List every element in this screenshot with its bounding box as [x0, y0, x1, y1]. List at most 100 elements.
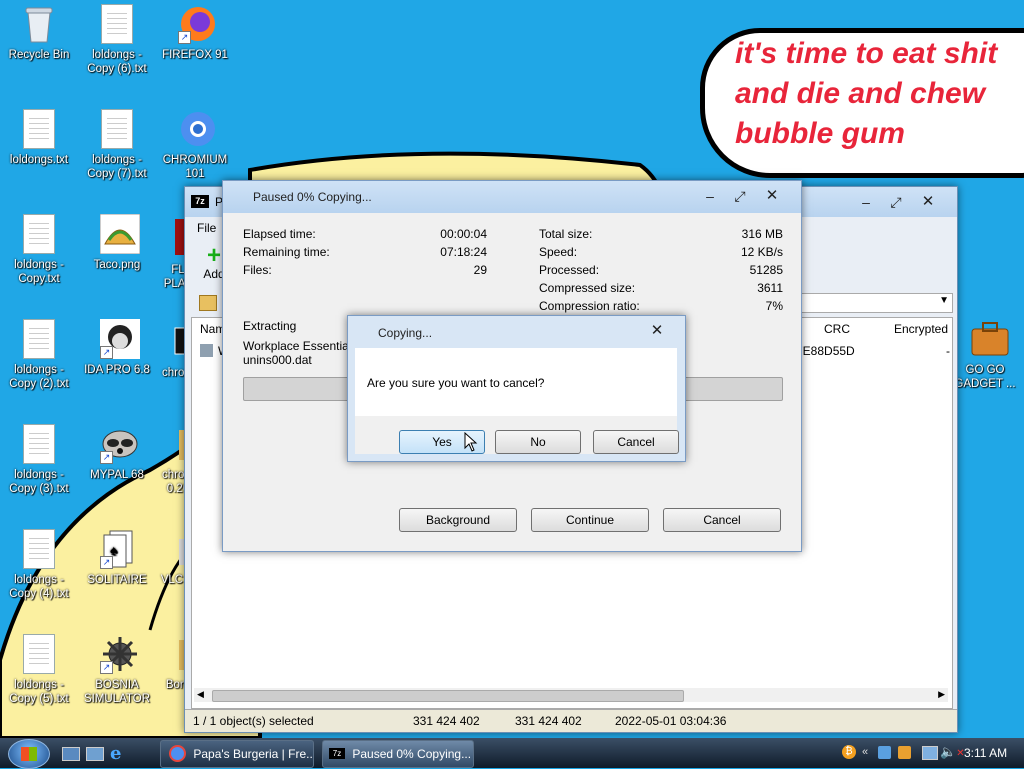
- chromium-icon: [178, 109, 215, 149]
- start-button[interactable]: [8, 739, 50, 769]
- minimize-button[interactable]: –: [855, 193, 877, 211]
- desktop-icon-label: loldongs.txt: [9, 154, 69, 166]
- close-button[interactable]: ✕: [917, 193, 939, 211]
- elapsed-label: Elapsed time:: [243, 227, 316, 241]
- desktop-icon-loldongs-copy-4[interactable]: loldongs - Copy (4).txt: [2, 525, 76, 601]
- desktop-icon-ida-pro[interactable]: ↗ IDA PRO 6.8: [80, 315, 154, 377]
- no-button[interactable]: No: [495, 430, 581, 454]
- total-size-label: Total size:: [539, 227, 593, 241]
- taskbar-item-browser[interactable]: Papa's Burgeria | Fre...: [160, 740, 314, 768]
- text-file-icon: [22, 634, 56, 674]
- speech-bubble-text: it's time to eat shit and die and chew b…: [735, 37, 998, 150]
- desktop-icon-label: CHROMIUM 101: [162, 154, 228, 180]
- text-file-icon: [22, 214, 56, 254]
- compression-ratio-value: 7%: [765, 299, 783, 313]
- desktop-icon-loldongs-copy-5[interactable]: loldongs - Copy (5).txt: [2, 630, 76, 706]
- confirm-footer: Yes No Cancel: [355, 416, 679, 454]
- desktop-icon-label: Recycle Bin: [8, 49, 70, 61]
- 7zip-logo-icon: 7z: [329, 748, 345, 760]
- tray-app-icon[interactable]: [878, 746, 891, 759]
- desktop-icon-chromium[interactable]: CHROMIUM 101: [158, 105, 232, 181]
- mouse-cursor-icon: [464, 432, 478, 452]
- speed-value: 12 KB/s: [740, 245, 783, 259]
- desktop-icon-label: loldongs - Copy (5).txt: [9, 679, 69, 705]
- bitcoin-tray-icon[interactable]: ₿: [842, 745, 856, 759]
- continue-button[interactable]: Continue: [531, 508, 649, 532]
- cards-icon: ♠ ↗: [100, 529, 134, 569]
- minimize-button[interactable]: –: [699, 187, 721, 205]
- taskbar: e Papa's Burgeria | Fre... 7z Paused 0% …: [0, 738, 1024, 769]
- cancel-button[interactable]: Cancel: [593, 430, 679, 454]
- 7zip-logo-icon: 7z: [191, 195, 209, 208]
- total-size-value: 316 MB: [741, 227, 783, 241]
- remaining-label: Remaining time:: [243, 245, 330, 259]
- desktop-icon-loldongs-copy-2[interactable]: loldongs - Copy (2).txt: [2, 315, 76, 391]
- chevron-left-icon[interactable]: «: [862, 746, 868, 758]
- progress-titlebar[interactable]: Paused 0% Copying... – ⤢ ✕: [223, 181, 801, 213]
- current-path: Workplace Essentials: [243, 339, 358, 353]
- taco-image-icon: [99, 213, 141, 255]
- confirm-message: Are you sure you want to cancel?: [367, 376, 545, 390]
- scroll-left-icon[interactable]: ◀: [197, 689, 204, 700]
- operation-label: Extracting: [243, 319, 297, 333]
- desktop-icon-solitaire[interactable]: ♠ ↗ SOLITAIRE: [80, 525, 154, 587]
- scroll-thumb[interactable]: [212, 690, 684, 702]
- desktop-icon-loldongs-copy[interactable]: loldongs - Copy.txt: [2, 210, 76, 286]
- close-button[interactable]: ✕: [646, 322, 668, 340]
- volume-muted-icon[interactable]: 🔈✕: [940, 744, 965, 760]
- ida-pro-icon: ↗: [100, 319, 140, 359]
- clock[interactable]: 3:11 AM: [964, 746, 1007, 760]
- horizontal-scrollbar[interactable]: ◀ ▶: [194, 688, 948, 702]
- desktop-icon-loldongs[interactable]: loldongs.txt: [2, 105, 76, 167]
- background-button[interactable]: Background: [399, 508, 517, 532]
- desktop-icon-label: Taco.png: [93, 259, 141, 271]
- desktop-icon-label: IDA PRO 6.8: [84, 364, 150, 376]
- switch-windows-icon[interactable]: [86, 747, 104, 761]
- taskbar-item-label: Paused 0% Copying...: [352, 747, 472, 761]
- confirm-body: Are you sure you want to cancel?: [355, 348, 677, 416]
- maximize-button[interactable]: ⤢: [729, 187, 751, 205]
- status-size: 331 424 402: [413, 714, 480, 728]
- internet-explorer-icon[interactable]: e: [110, 743, 121, 764]
- elapsed-value: 00:00:04: [440, 227, 487, 241]
- desktop-icon-label: SOLITAIRE: [87, 574, 147, 586]
- desktop-icon-recycle-bin[interactable]: Recycle Bin: [2, 0, 76, 62]
- maximize-button[interactable]: ⤢: [885, 193, 907, 211]
- desktop-icon-loldongs-copy-3[interactable]: loldongs - Copy (3).txt: [2, 420, 76, 496]
- column-crc[interactable]: CRC: [824, 318, 850, 340]
- desktop-icon-loldongs-copy-6[interactable]: loldongs - Copy (6).txt: [80, 0, 154, 76]
- desktop-icon-taco[interactable]: Taco.png: [80, 210, 154, 272]
- desktop-icon-label: loldongs - Copy (4).txt: [9, 574, 69, 600]
- desktop-icon-mypal[interactable]: ↗ MYPAL 68: [80, 420, 154, 482]
- taskbar-item-7zip[interactable]: 7z Paused 0% Copying...: [322, 740, 474, 768]
- raccoon-icon: ↗: [100, 424, 138, 464]
- text-file-icon: [22, 424, 56, 464]
- processed-label: Processed:: [539, 263, 600, 277]
- desktop-icon-bosnia-simulator[interactable]: ↗ BOSNIA SIMULATOR: [80, 630, 154, 706]
- column-encrypted[interactable]: Encrypted: [894, 318, 948, 340]
- confirm-title: Copying...: [378, 326, 433, 340]
- chevron-down-icon: ▼: [939, 295, 949, 306]
- desktop-icon-label: loldongs - Copy (2).txt: [9, 364, 69, 390]
- status-selected: 1 / 1 object(s) selected: [193, 714, 314, 728]
- close-button[interactable]: ✕: [761, 187, 783, 205]
- tray-app-icon[interactable]: [898, 746, 911, 759]
- status-packed: 331 424 402: [515, 714, 582, 728]
- remaining-value: 07:18:24: [440, 245, 487, 259]
- current-file: unins000.dat: [243, 353, 312, 367]
- cancel-button[interactable]: Cancel: [663, 508, 781, 532]
- windows-logo-icon: [21, 747, 37, 761]
- chrome-icon: [169, 745, 186, 763]
- show-desktop-icon[interactable]: [62, 747, 80, 761]
- desktop-icon-firefox[interactable]: ↗ FIREFOX 91: [158, 0, 232, 62]
- scroll-right-icon[interactable]: ▶: [938, 689, 945, 700]
- processed-value: 51285: [749, 263, 783, 277]
- desktop-icon-label: loldongs - Copy (3).txt: [9, 469, 69, 495]
- up-folder-icon[interactable]: [199, 295, 217, 311]
- menu-file[interactable]: File: [197, 221, 216, 235]
- desktop-icon-loldongs-copy-7[interactable]: loldongs - Copy (7).txt: [80, 105, 154, 181]
- confirm-dialog[interactable]: Copying... ✕ Are you sure you want to ca…: [347, 315, 686, 462]
- network-icon[interactable]: [922, 746, 938, 760]
- text-file-icon: [22, 529, 56, 569]
- compression-ratio-label: Compression ratio:: [539, 299, 640, 313]
